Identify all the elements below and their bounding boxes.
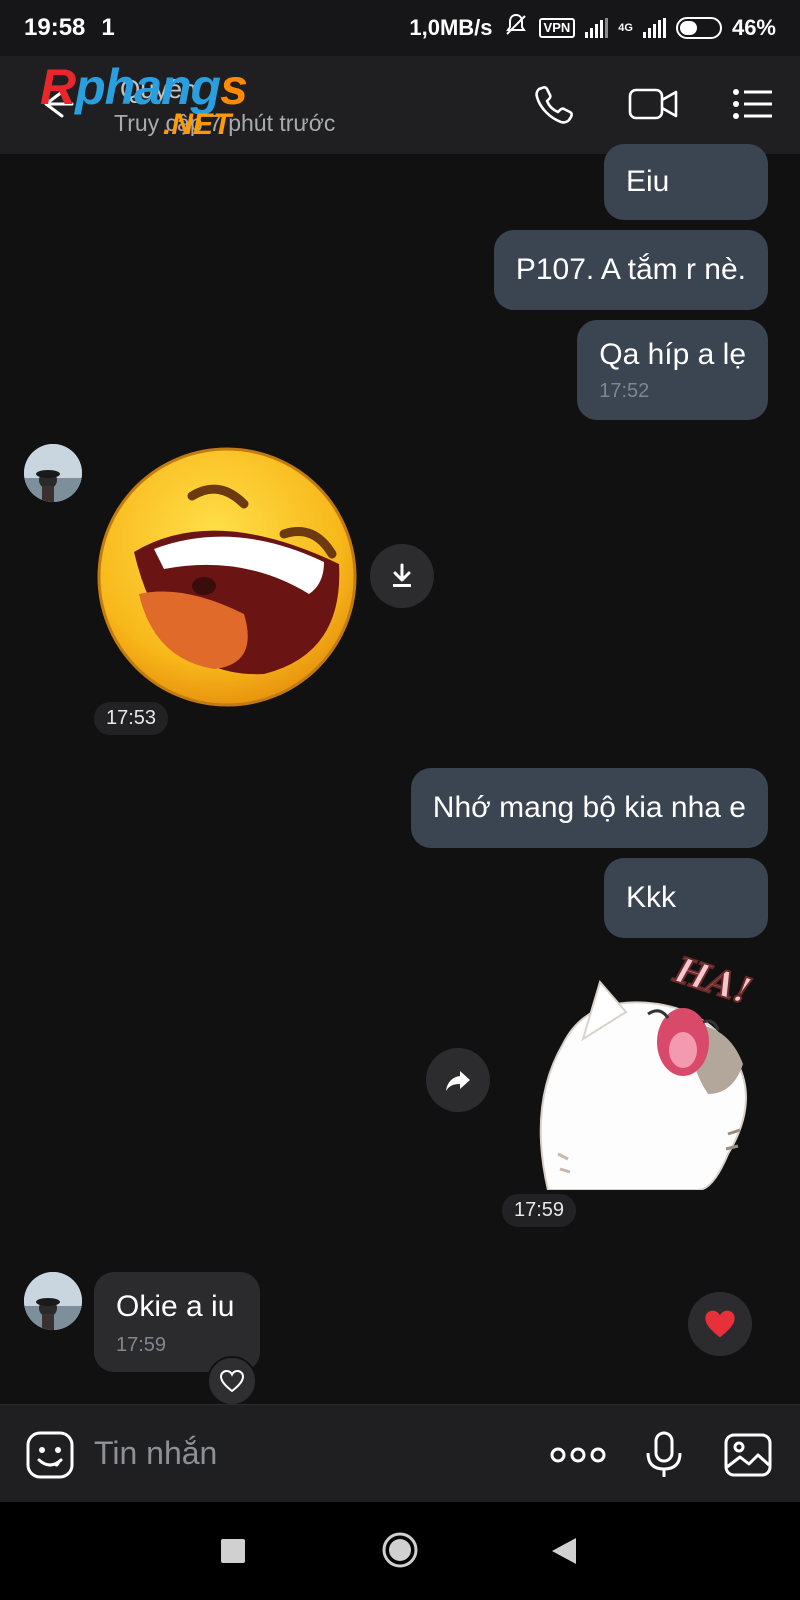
emoji-sticker-icon[interactable] [24,1429,76,1481]
message-list[interactable]: Eiu P107. A tắm r nè. Qa híp a lẹ 17:52 [0,144,800,1406]
vpn-badge: VPN [538,18,576,38]
watermark-net: .NET [163,108,232,141]
laughing-emoji-sticker[interactable] [94,444,360,710]
message-text: Qa híp a lẹ [599,337,746,371]
status-bar: 19:58 1 1,0MB/s VPN 4G 46% [0,0,800,56]
laughing-cat-sticker[interactable]: HA! [528,948,772,1191]
message-time: 17:52 [599,379,650,402]
recent-apps-icon[interactable] [220,1538,246,1569]
heart-reaction-icon[interactable] [688,1292,752,1356]
message-input[interactable]: Tin nhắn [94,1435,217,1472]
message-bubble-outgoing[interactable]: Eiu [604,144,768,220]
message-text: Eiu [626,165,670,198]
message-bubble-outgoing[interactable]: Qa híp a lẹ 17:52 [577,320,768,420]
heart-outline-icon[interactable] [207,1356,257,1406]
status-time: 19:58 [24,14,86,41]
phone-icon[interactable] [530,82,580,126]
download-icon[interactable] [370,544,434,608]
message-text: Okie a iu [116,1290,235,1323]
signal-bars-icon [585,18,609,38]
message-text: Kkk [626,881,677,914]
android-nav-bar [0,1502,800,1600]
image-gallery-icon[interactable] [722,1429,774,1481]
chat-header: Quyên Rphangs Truy cập 7 phút trước .NET [0,56,800,154]
microphone-icon[interactable] [638,1429,690,1481]
network-speed: 1,0MB/s [409,15,493,40]
avatar[interactable] [24,444,82,502]
message-time: 17:53 [94,702,169,735]
message-input-bar: Tin nhắn [0,1404,800,1502]
back-nav-icon[interactable] [550,1536,578,1571]
status-extra: 1 [101,14,115,41]
message-bubble-outgoing[interactable]: Kkk [604,858,768,938]
message-bubble-outgoing[interactable]: P107. A tắm r nè. [493,230,768,310]
message-bubble-outgoing[interactable]: Nhớ mang bộ kia nha e [410,768,768,848]
message-text: P107. A tắm r nè. [515,253,746,286]
signal-bars-4g-icon [642,18,666,38]
more-options-icon[interactable] [548,1429,608,1481]
avatar[interactable] [24,1272,82,1330]
mute-bell-icon [503,12,529,44]
network-type: 4G [618,22,633,34]
message-time: 17:59 [502,1194,577,1227]
battery-percent: 46% [731,15,776,40]
battery-icon [675,17,722,39]
message-time: 17:59 [116,1334,167,1356]
menu-list-icon[interactable] [728,82,778,126]
video-call-icon[interactable] [626,82,678,126]
share-forward-icon[interactable] [426,1048,490,1112]
home-icon[interactable] [380,1530,420,1575]
message-text: Nhớ mang bộ kia nha e [432,791,746,824]
